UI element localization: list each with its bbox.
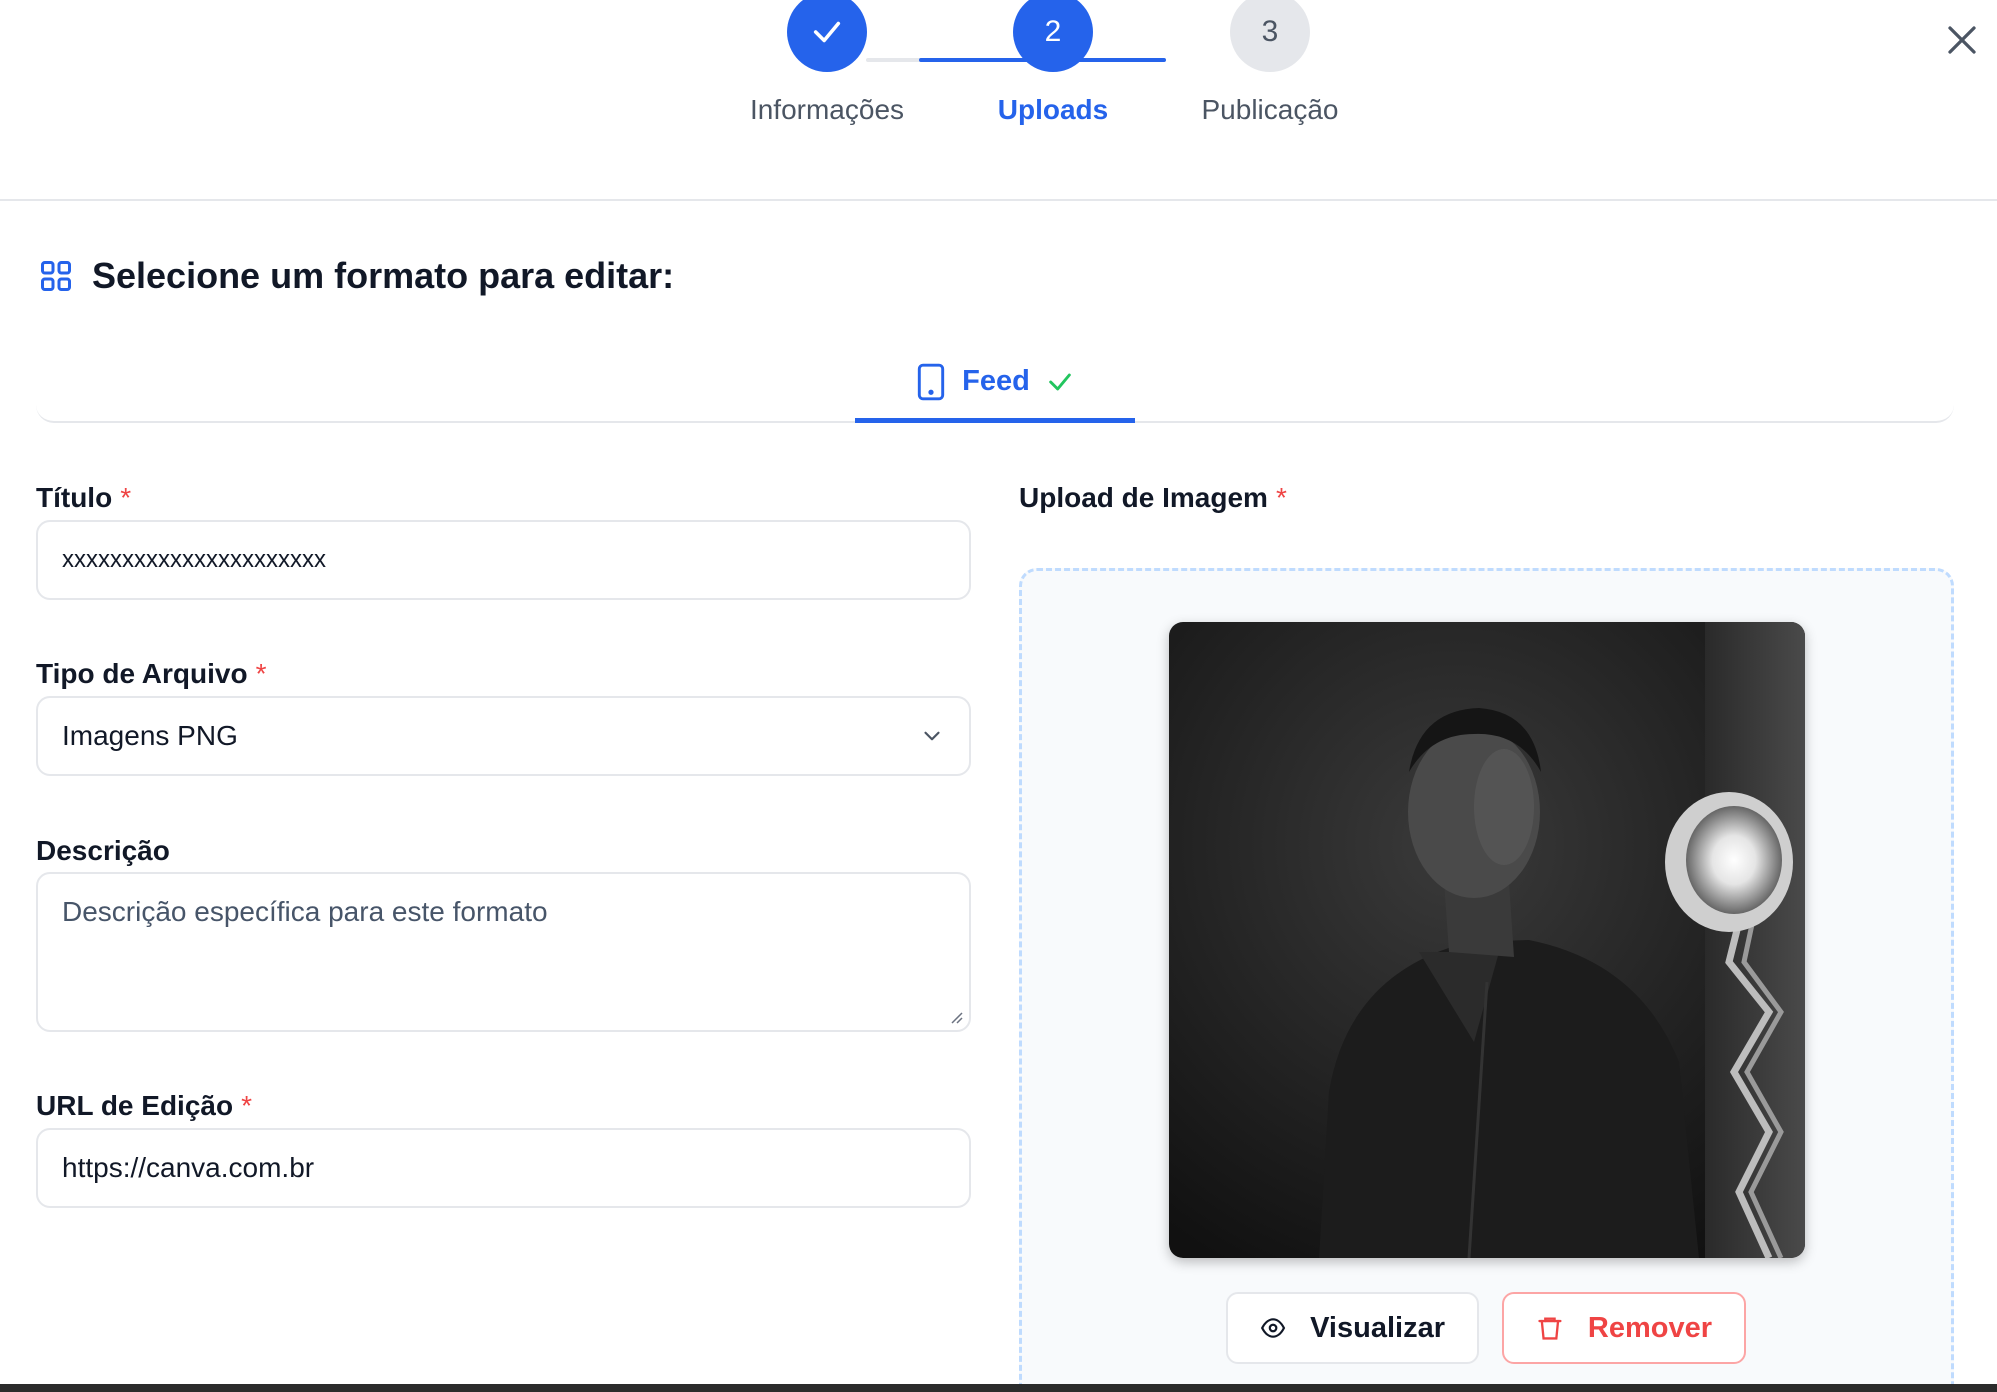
section-title: Selecione um formato para editar: [92, 255, 675, 296]
tab-feed-label: Feed [962, 365, 1030, 397]
tab-feed[interactable]: Feed [855, 345, 1135, 423]
step-3-label[interactable]: Publicação [1140, 94, 1400, 126]
required-mark: * [241, 1090, 252, 1121]
upload-label: Upload de Imagem * [1019, 482, 1287, 514]
resize-handle-icon[interactable] [949, 1010, 963, 1024]
step-3-number: 3 [1261, 15, 1279, 48]
background-page-edge [0, 1384, 1997, 1392]
file-type-label-text: Tipo de Arquivo [36, 658, 248, 689]
view-button[interactable]: Visualizar [1226, 1292, 1479, 1364]
description-placeholder: Descrição específica para este formato [62, 896, 548, 927]
phone-icon [918, 363, 945, 400]
upload-label-text: Upload de Imagem [1019, 482, 1268, 513]
chevron-down-icon [924, 731, 940, 741]
check-icon [813, 21, 841, 43]
file-type-select[interactable]: Imagens PNG [36, 696, 971, 776]
edit-url-input-value: https://canva.com.br [62, 1152, 315, 1183]
title-label-text: Título [36, 482, 113, 513]
step-1-label[interactable]: Informações [697, 94, 957, 126]
title-input-value: xxxxxxxxxxxxxxxxxxxxxx [62, 546, 326, 573]
portrait-photo [1169, 622, 1805, 1258]
step-2-number: 2 [1044, 15, 1062, 48]
check-icon [1049, 373, 1071, 390]
remove-button-label: Remover [1587, 1311, 1712, 1344]
uploaded-image-preview [1169, 622, 1805, 1258]
required-mark: * [1275, 482, 1287, 513]
step-3-circle[interactable]: 3 [1230, 0, 1310, 72]
grid-icon [41, 261, 71, 291]
description-label-text: Descrição [36, 835, 170, 866]
file-type-label: Tipo de Arquivo * [36, 658, 266, 690]
step-1-circle[interactable] [787, 0, 867, 72]
view-button-label: Visualizar [1310, 1311, 1445, 1344]
edit-url-input[interactable]: https://canva.com.br [36, 1128, 971, 1208]
format-tabs: Feed [36, 345, 1954, 423]
edit-url-label: URL de Edição * [36, 1090, 252, 1122]
stepper-header: 2 3 Informações Uploads Publicação [0, 0, 1997, 201]
description-label: Descrição [36, 835, 170, 867]
file-type-selected-value: Imagens PNG [62, 720, 238, 751]
title-input[interactable]: xxxxxxxxxxxxxxxxxxxxxx [36, 520, 971, 600]
description-textarea[interactable]: Descrição específica para este formato [36, 872, 971, 1032]
eye-icon [1260, 1318, 1286, 1338]
close-button[interactable] [1940, 18, 1984, 62]
required-mark: * [255, 658, 267, 689]
section-header: Selecione um formato para editar: [38, 255, 674, 297]
required-mark: * [120, 482, 132, 513]
close-icon [1948, 26, 1976, 54]
remove-button[interactable]: Remover [1502, 1292, 1746, 1364]
edit-url-label-text: URL de Edição [36, 1090, 234, 1121]
title-label: Título * [36, 482, 131, 514]
trash-icon [1538, 1317, 1562, 1340]
